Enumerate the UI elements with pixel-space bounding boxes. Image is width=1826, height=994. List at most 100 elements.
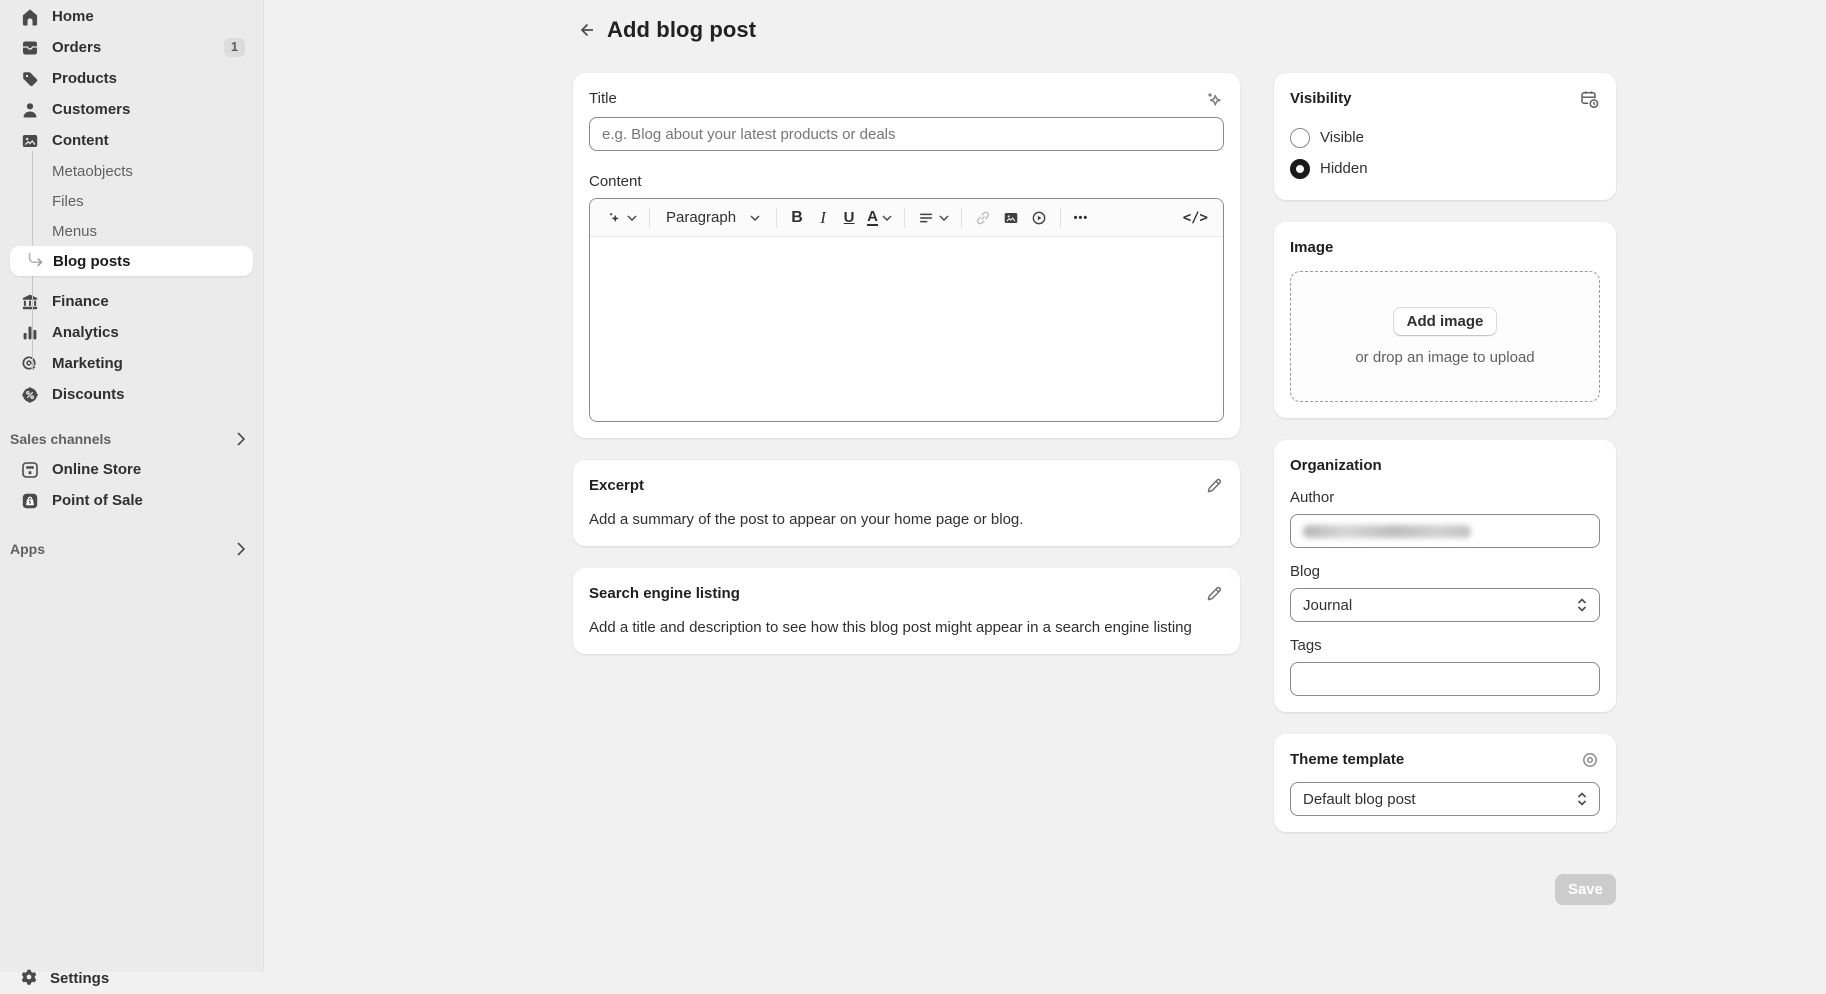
edit-excerpt-button[interactable] — [1205, 476, 1224, 495]
title-input[interactable] — [589, 117, 1224, 151]
sidebar-item-metaobjects[interactable]: Metaobjects — [10, 156, 253, 186]
edit-seo-button[interactable] — [1205, 584, 1224, 603]
chevron-right-icon — [237, 542, 245, 556]
excerpt-card: Excerpt Add a summary of the post to app… — [573, 460, 1240, 546]
pencil-icon — [1205, 584, 1224, 603]
blog-select-value: Journal — [1303, 597, 1352, 614]
select-caret-icon — [1575, 597, 1589, 613]
sidebar-item-settings[interactable]: Settings — [10, 963, 253, 994]
link-button[interactable] — [969, 205, 997, 231]
author-input[interactable] — [1290, 514, 1600, 548]
more-options-button[interactable]: ••• — [1068, 205, 1094, 231]
editor-ai-button[interactable] — [600, 205, 642, 231]
radio-unchecked[interactable] — [1290, 128, 1310, 148]
sidebar-item-label: Settings — [50, 970, 109, 987]
visibility-card: Visibility Visible — [1274, 73, 1616, 200]
toolbar-divider — [649, 208, 650, 228]
sidebar-item-home[interactable]: Home — [10, 1, 253, 32]
blog-select[interactable]: Journal — [1290, 588, 1600, 622]
sparkle-icon — [1202, 89, 1224, 111]
bold-button[interactable]: B — [784, 205, 810, 231]
theme-template-select[interactable]: Default blog post — [1290, 782, 1600, 816]
page-header: Add blog post — [573, 16, 1616, 44]
text-color-button[interactable]: A — [862, 205, 897, 231]
sidebar-item-online-store[interactable]: Online Store — [10, 454, 253, 485]
pencil-icon — [1205, 476, 1224, 495]
image-card: Image Add image or drop an image to uplo… — [1274, 222, 1616, 418]
gear-icon — [20, 968, 38, 990]
image-heading: Image — [1290, 238, 1600, 258]
sidebar-section-sales-channels[interactable]: Sales channels — [10, 424, 253, 454]
visibility-heading: Visibility — [1290, 89, 1351, 109]
rich-text-editor: Paragraph B I U A — [589, 198, 1224, 422]
sidebar-item-finance[interactable]: Finance — [10, 286, 253, 317]
sidebar-item-label: Blog posts — [53, 253, 131, 270]
sidebar-item-customers[interactable]: Customers — [10, 94, 253, 125]
add-image-button[interactable]: Add image — [1393, 307, 1498, 336]
paragraph-style-dropdown[interactable]: Paragraph — [657, 205, 769, 231]
visibility-option-hidden[interactable]: Hidden — [1290, 153, 1600, 184]
page-title: Add blog post — [607, 17, 756, 43]
save-button[interactable]: Save — [1555, 874, 1616, 905]
sidebar-item-blog-posts-selected[interactable]: Blog posts — [10, 246, 253, 276]
main-area: Add blog post Title Content — [264, 0, 1826, 972]
sidebar-item-label: Marketing — [52, 355, 123, 372]
sidebar-item-label: Orders — [52, 39, 101, 56]
image-dropzone[interactable]: Add image or drop an image to upload — [1290, 271, 1600, 402]
sidebar-item-label: Content — [52, 132, 109, 149]
pos-icon — [20, 491, 40, 511]
sidebar-item-orders[interactable]: Orders 1 — [10, 32, 253, 63]
sidebar-section-apps[interactable]: Apps — [10, 534, 253, 564]
theme-template-value: Default blog post — [1303, 791, 1416, 808]
seo-heading: Search engine listing — [589, 584, 740, 604]
marketing-icon — [20, 354, 40, 374]
sidebar-item-menus[interactable]: Menus — [10, 216, 253, 246]
link-icon — [974, 209, 992, 227]
sidebar-item-label: Customers — [52, 101, 130, 118]
tags-input[interactable] — [1290, 662, 1600, 696]
arrow-left-icon — [577, 20, 597, 40]
insert-video-button[interactable] — [1025, 205, 1053, 231]
alignment-button[interactable] — [912, 205, 954, 231]
show-html-button[interactable]: </> — [1178, 205, 1213, 231]
chevron-down-icon — [750, 215, 760, 221]
sidebar-item-products[interactable]: Products — [10, 63, 253, 94]
preview-template-button[interactable] — [1580, 750, 1600, 770]
orders-count-badge: 1 — [224, 38, 245, 57]
sidebar-item-files[interactable]: Files — [10, 186, 253, 216]
paragraph-label: Paragraph — [666, 209, 736, 226]
dropzone-hint: or drop an image to upload — [1355, 349, 1534, 366]
content-editor-area[interactable] — [590, 237, 1223, 421]
sidebar-item-content[interactable]: Content — [10, 125, 253, 156]
theme-template-card: Theme template Default blog post — [1274, 734, 1616, 832]
underline-button[interactable]: U — [836, 205, 862, 231]
chevron-down-icon — [939, 215, 949, 221]
chevron-down-icon — [882, 215, 892, 221]
sidebar-item-point-of-sale[interactable]: Point of Sale — [10, 485, 253, 516]
italic-button[interactable]: I — [810, 205, 836, 231]
visibility-option-visible[interactable]: Visible — [1290, 122, 1600, 153]
finance-icon — [20, 292, 40, 312]
title-content-card: Title Content — [573, 73, 1240, 438]
save-row: Save — [1274, 874, 1616, 905]
analytics-icon — [20, 323, 40, 343]
orders-icon — [20, 38, 40, 58]
sub-item-label: Menus — [52, 223, 97, 240]
excerpt-heading: Excerpt — [589, 476, 644, 496]
discounts-icon — [20, 385, 40, 405]
search-engine-listing-card: Search engine listing Add a title and de… — [573, 568, 1240, 654]
author-redacted-value — [1303, 525, 1471, 538]
insert-image-button[interactable] — [997, 205, 1025, 231]
sidebar-item-marketing[interactable]: Marketing — [10, 348, 253, 379]
sidebar-item-discounts[interactable]: Discounts — [10, 379, 253, 410]
back-button[interactable] — [573, 16, 601, 44]
ai-generate-button[interactable] — [1202, 89, 1224, 111]
excerpt-description: Add a summary of the post to appear on y… — [589, 510, 1224, 530]
title-label: Title — [589, 89, 617, 109]
sidebar-item-analytics[interactable]: Analytics — [10, 317, 253, 348]
schedule-visibility-button[interactable] — [1579, 89, 1600, 110]
radio-checked[interactable] — [1290, 159, 1310, 179]
sparkle-icon — [605, 209, 623, 227]
editor-toolbar: Paragraph B I U A — [590, 199, 1223, 237]
tags-label: Tags — [1290, 636, 1600, 656]
